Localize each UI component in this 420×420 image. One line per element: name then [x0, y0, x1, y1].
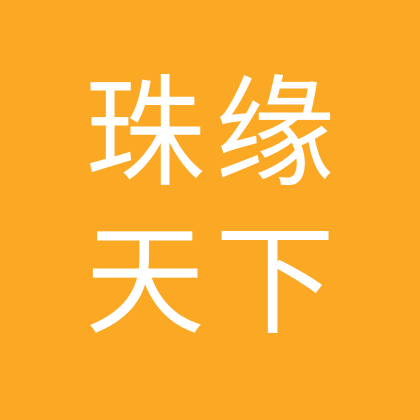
logo-text-line-2: 天下: [85, 213, 345, 352]
logo-text-line-1: 珠缘: [85, 65, 345, 204]
logo-tile: 珠缘 天下: [0, 0, 420, 420]
